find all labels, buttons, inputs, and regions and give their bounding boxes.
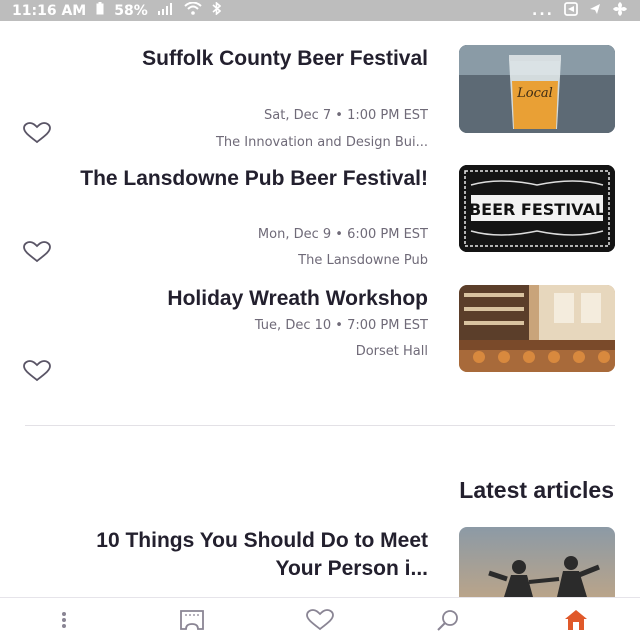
wifi-icon — [184, 1, 202, 19]
status-time: 11:16 AM — [12, 2, 87, 19]
event-card[interactable]: Local Suffolk County Beer Festival Sat, … — [0, 42, 640, 152]
search-icon — [437, 609, 458, 631]
section-divider — [25, 425, 615, 426]
event-venue: The Lansdowne Pub — [298, 253, 428, 268]
battery-icon — [96, 2, 104, 19]
nearby-icon — [588, 2, 602, 20]
status-bar: 11:16 AM 58% ... — [0, 0, 640, 21]
latest-articles-heading: Latest articles — [459, 477, 614, 503]
glass-logo-text: Local — [516, 86, 553, 101]
event-image: Local — [459, 45, 615, 133]
nav-search[interactable] — [418, 600, 478, 640]
pinwheel-icon — [612, 1, 628, 21]
more-dots-icon — [62, 611, 66, 628]
signal-icon — [157, 2, 174, 19]
home-icon — [565, 609, 587, 630]
heart-icon — [306, 608, 334, 630]
tickets-icon — [180, 609, 204, 630]
bottom-navigation — [0, 597, 640, 641]
event-date: Tue, Dec 10 • 7:00 PM EST — [254, 318, 428, 333]
bluetooth-icon — [212, 1, 221, 19]
event-date: Mon, Dec 9 • 6:00 PM EST — [257, 227, 428, 242]
favorite-heart-icon[interactable] — [22, 122, 52, 144]
event-image — [459, 285, 615, 372]
notification-icon — [564, 1, 578, 20]
event-title[interactable]: Suffolk County Beer Festival — [28, 44, 428, 74]
article-image — [459, 527, 615, 597]
nav-home[interactable] — [546, 600, 606, 640]
nav-likes[interactable] — [290, 600, 350, 640]
event-card[interactable]: Holiday Wreath Workshop Tue, Dec 10 • 7:… — [0, 283, 640, 393]
overflow-icon: ... — [532, 2, 554, 19]
nav-more[interactable] — [34, 600, 94, 640]
event-venue: Dorset Hall — [355, 344, 428, 359]
event-date: Sat, Dec 7 • 1:00 PM EST — [264, 108, 428, 123]
event-title[interactable]: The Lansdowne Pub Beer Festival! — [28, 164, 428, 194]
favorite-heart-icon[interactable] — [22, 360, 52, 382]
event-title[interactable]: Holiday Wreath Workshop — [28, 284, 428, 314]
event-venue: The Innovation and Design Bui... — [215, 135, 428, 150]
battery-level: 58% — [114, 2, 148, 19]
nav-tickets[interactable] — [162, 600, 222, 640]
article-title[interactable]: 10 Things You Should Do to Meet Your Per… — [48, 527, 428, 583]
poster-text: BEER FESTIVAL — [469, 200, 605, 219]
event-card[interactable]: BEER FESTIVAL The Lansdowne Pub Beer Fes… — [0, 163, 640, 273]
event-image: BEER FESTIVAL — [459, 165, 615, 252]
favorite-heart-icon[interactable] — [22, 241, 52, 263]
